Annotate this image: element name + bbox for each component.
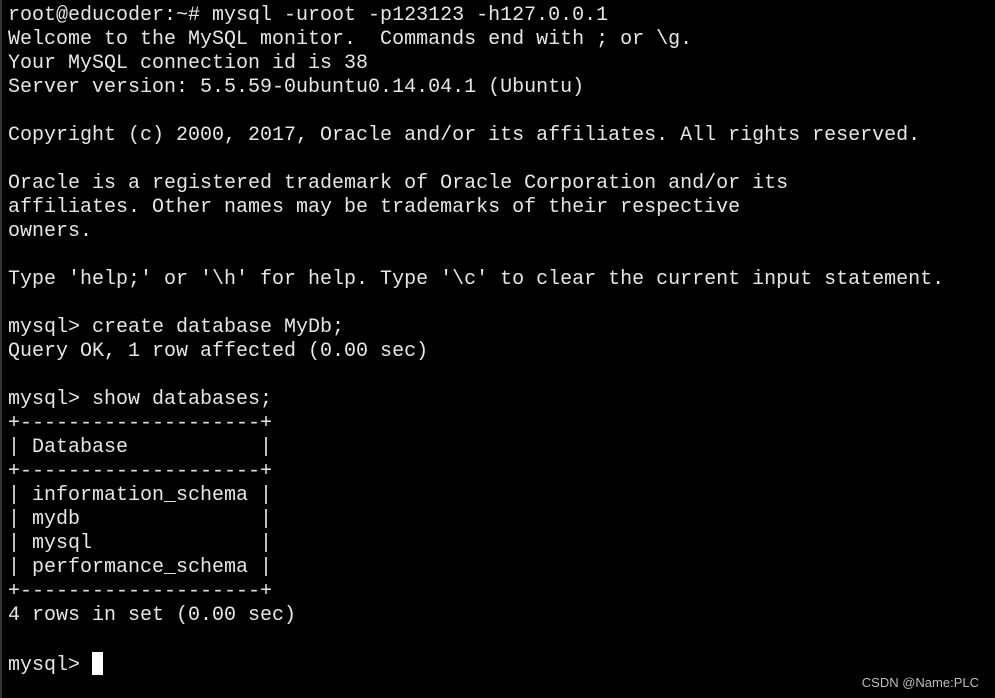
terminal-line: | mydb | [8,508,273,531]
window-edge [0,0,2,698]
mysql-prompt: mysql> [8,654,93,677]
terminal-line: Type 'help;' or '\h' for help. Type '\c'… [8,268,945,291]
terminal-output[interactable]: root@educoder:~# mysql -uroot -p123123 -… [8,4,995,698]
terminal-line: | information_schema | [8,484,273,507]
terminal-line: | mysql | [8,532,273,555]
terminal-line: Copyright (c) 2000, 2017, Oracle and/or … [8,124,921,147]
terminal-line: Query OK, 1 row affected (0.00 sec) [8,340,429,363]
prompt-line[interactable]: mysql> [8,652,995,677]
terminal-line: owners. [8,220,93,243]
terminal-line: Your MySQL connection id is 38 [8,52,369,75]
text-cursor [92,652,104,675]
terminal-line: +--------------------+ [8,460,273,483]
terminal-line: | performance_schema | [8,556,273,579]
terminal-line: mysql> show databases; [8,388,273,411]
terminal-line: +--------------------+ [8,412,273,435]
terminal-line: | Database | [8,436,273,459]
terminal-line: +--------------------+ [8,580,273,603]
watermark: CSDN @Name:PLC [861,675,979,690]
terminal-line: Server version: 5.5.59-0ubuntu0.14.04.1 … [8,76,585,99]
terminal-line: mysql> create database MyDb; [8,316,345,339]
terminal-line: Oracle is a registered trademark of Orac… [8,172,789,195]
terminal-line: 4 rows in set (0.00 sec) [8,604,297,627]
terminal-line: Welcome to the MySQL monitor. Commands e… [8,28,693,51]
terminal-line: root@educoder:~# mysql -uroot -p123123 -… [8,4,609,27]
terminal-line: affiliates. Other names may be trademark… [8,196,741,219]
